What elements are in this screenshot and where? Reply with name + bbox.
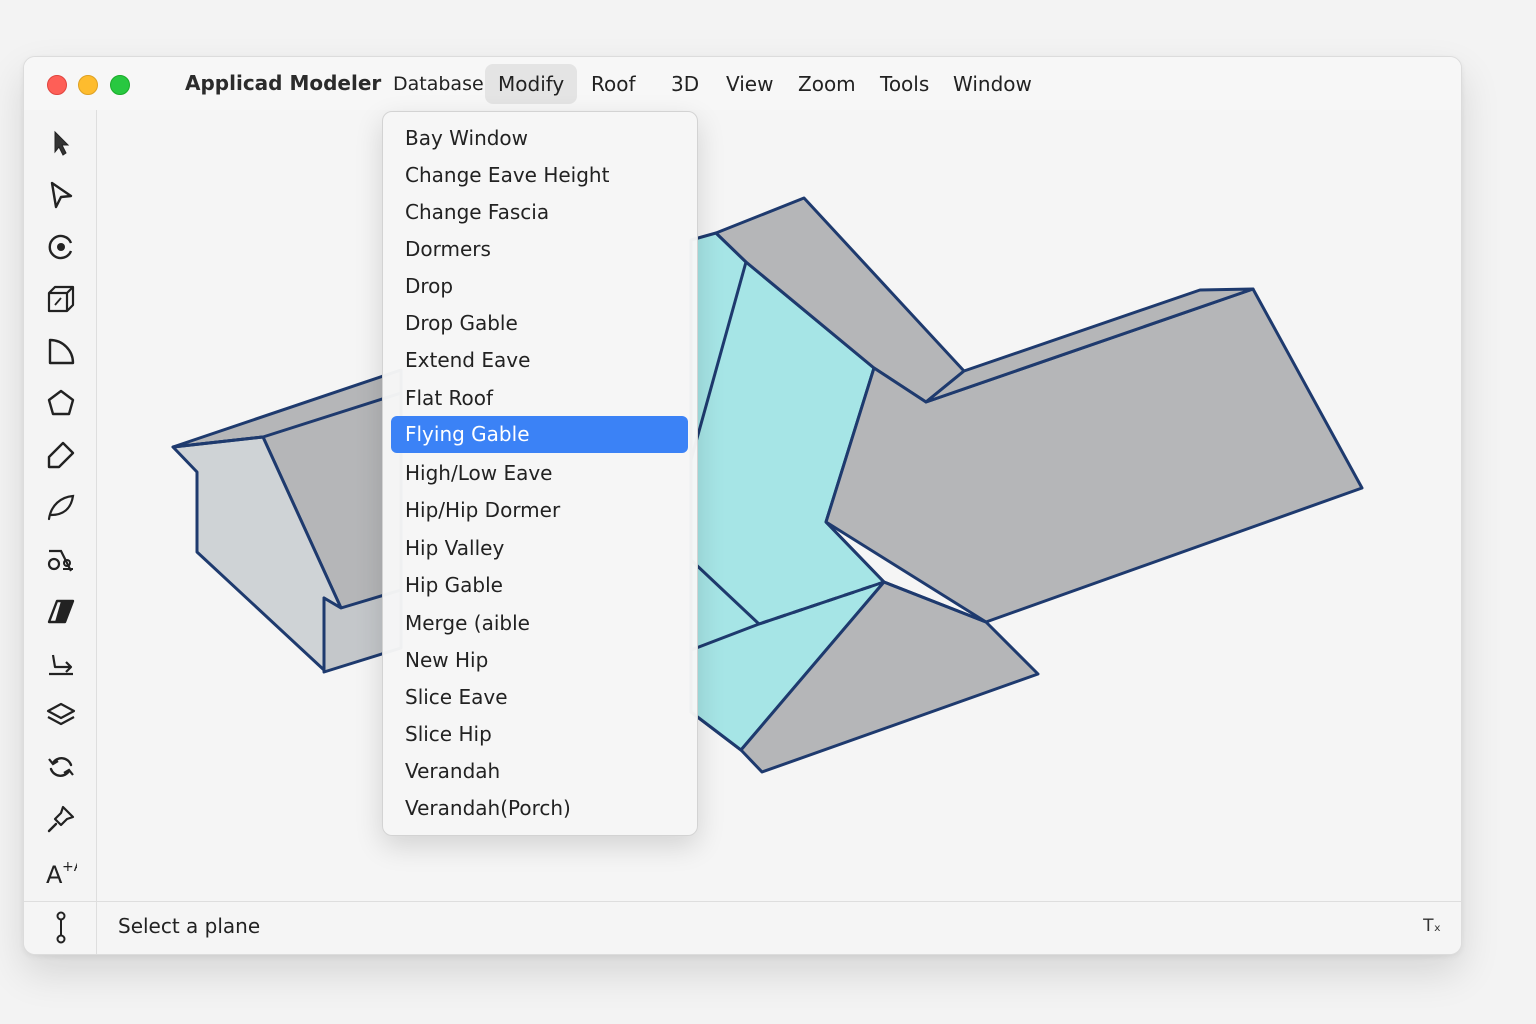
rotate-arrows-icon[interactable]: [44, 750, 78, 784]
status-bar: Select a plane Tₓ: [24, 901, 1461, 954]
menu-item-slice-eave[interactable]: Slice Eave: [391, 679, 688, 716]
menu-item-flying-gable[interactable]: Flying Gable: [391, 416, 688, 453]
arrow-on-line-icon[interactable]: [44, 646, 78, 680]
pencil-shape-icon[interactable]: [44, 438, 78, 472]
select-arrow-icon[interactable]: [44, 126, 78, 160]
menu-item-slice-hip[interactable]: Slice Hip: [391, 716, 688, 753]
menu-item-extend-eave[interactable]: Extend Eave: [391, 342, 688, 379]
menu-item-flat-roof[interactable]: Flat Roof: [391, 380, 688, 417]
menu-item-new-hip[interactable]: New Hip: [391, 642, 688, 679]
layers-icon[interactable]: [44, 698, 78, 732]
menu-database[interactable]: Database: [380, 64, 497, 104]
orbit-icon[interactable]: [44, 230, 78, 264]
menu-window[interactable]: Window: [940, 64, 1045, 104]
menu-item-hip-valley[interactable]: Hip Valley: [391, 530, 688, 567]
leaf-curve-icon[interactable]: [44, 490, 78, 524]
menu-3d[interactable]: 3D: [658, 64, 712, 104]
menu-item-verandah[interactable]: Verandah: [391, 753, 688, 790]
menu-item-high-low-eave[interactable]: High/Low Eave: [391, 455, 688, 492]
svg-text:+A: +A: [62, 859, 77, 875]
tool-palette: A+A: [24, 110, 97, 901]
model-canvas[interactable]: [97, 110, 1461, 901]
menu-zoom[interactable]: Zoom: [785, 64, 869, 104]
pointer-icon[interactable]: [44, 178, 78, 212]
menu-item-change-eave-height[interactable]: Change Eave Height: [391, 157, 688, 194]
menu-view[interactable]: View: [713, 64, 786, 104]
zoom-window-button[interactable]: [110, 75, 130, 95]
measure-icon[interactable]: [24, 902, 96, 954]
menu-item-verandah-porch[interactable]: Verandah(Porch): [391, 790, 688, 827]
minimize-window-button[interactable]: [78, 75, 98, 95]
cube-icon[interactable]: [44, 282, 78, 316]
menu-tools[interactable]: Tools: [867, 64, 942, 104]
prism-icon[interactable]: [44, 594, 78, 628]
app-window: Applicad Modeler Database Modify Roof 3D…: [23, 56, 1462, 955]
menu-item-hip-hip-dormer[interactable]: Hip/Hip Dormer: [391, 492, 688, 529]
quarter-round-icon[interactable]: [44, 334, 78, 368]
close-window-button[interactable]: [47, 75, 67, 95]
modify-menu-dropdown: Bay Window Change Eave Height Change Fas…: [382, 111, 698, 836]
menu-item-drop-gable[interactable]: Drop Gable: [391, 305, 688, 342]
menu-item-dormers[interactable]: Dormers: [391, 231, 688, 268]
status-message: Select a plane: [118, 914, 261, 938]
menu-item-change-fascia[interactable]: Change Fascia: [391, 194, 688, 231]
title-bar: Applicad Modeler Database Modify Roof 3D…: [24, 57, 1461, 111]
menu-item-drop[interactable]: Drop: [391, 268, 688, 305]
snap-tool-icon[interactable]: [44, 542, 78, 576]
text-size-icon[interactable]: A+A: [44, 854, 78, 888]
roof-model[interactable]: [97, 110, 1461, 901]
menu-item-bay-window[interactable]: Bay Window: [391, 120, 688, 157]
status-tool-cell: [24, 902, 97, 954]
pin-icon[interactable]: [44, 802, 78, 836]
pentagon-icon[interactable]: [44, 386, 78, 420]
status-indicator[interactable]: Tₓ: [1423, 916, 1441, 936]
svg-text:A: A: [46, 861, 63, 887]
menu-item-hip-gable[interactable]: Hip Gable: [391, 567, 688, 604]
app-title: Applicad Modeler: [185, 71, 382, 95]
menu-item-merge-gable[interactable]: Merge (aible: [391, 605, 688, 642]
menu-roof[interactable]: Roof: [578, 64, 649, 104]
menu-modify[interactable]: Modify: [485, 64, 578, 104]
